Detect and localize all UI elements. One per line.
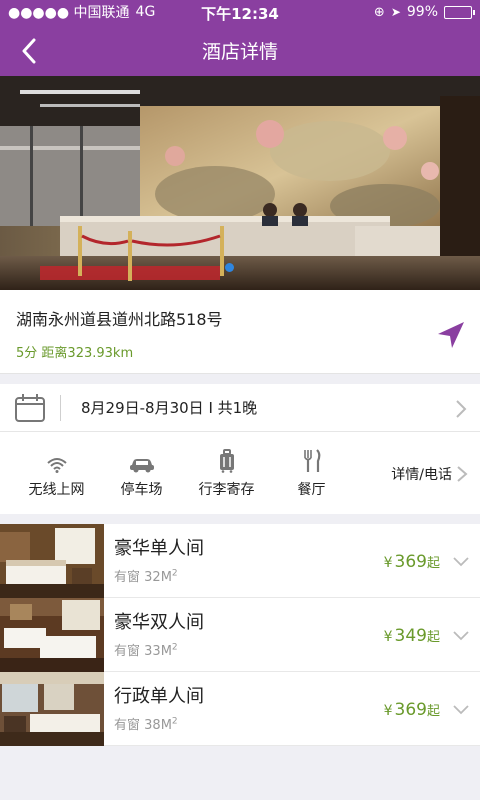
room-list: 豪华单人间 有窗 32M2 ¥369起 豪华双人间 有窗 33M2 ¥ 349起… — [0, 524, 480, 746]
chevron-left-icon — [22, 38, 36, 64]
room-item[interactable]: 豪华双人间 有窗 33M2 ¥349起 — [0, 598, 480, 672]
price-value: 369 — [394, 700, 427, 720]
facility-parking: 停车场 — [99, 447, 184, 499]
status-bar: ●●●●● 中国联通 4G ⊕ ➤ 99% — [0, 0, 480, 24]
room-area-unit: 2 — [171, 716, 178, 727]
room-price: ¥369起 — [384, 700, 440, 720]
hotel-address: 湖南永州道县道州北路518号 — [16, 310, 223, 329]
facility-wifi: 无线上网 — [14, 447, 99, 499]
luggage-icon — [219, 449, 234, 473]
price-suffix: 起 — [426, 704, 440, 719]
price-value: 349 — [394, 626, 427, 646]
price-suffix: 起 — [426, 556, 440, 571]
facilities-row: 无线上网 停车场 行李寄存 餐厅 详情/电话 — [0, 432, 480, 514]
facility-restaurant: 餐厅 — [269, 447, 354, 499]
currency-symbol: ¥ — [383, 629, 393, 645]
hotel-photo[interactable] — [0, 76, 480, 290]
room-photo — [0, 672, 104, 746]
facility-label: 行李寄存 — [198, 482, 255, 498]
battery-percent: 99% — [406, 4, 438, 20]
hotel-distance: 距离323.93km — [41, 346, 134, 361]
room-photo — [0, 598, 104, 672]
booking-card: 8月29日-8月30日 I 共1晚 无线上网 停车场 行李寄存 餐厅 详情/电话 — [0, 384, 480, 514]
room-details: 有窗 38M2 — [114, 714, 204, 733]
car-icon — [129, 459, 154, 473]
room-price: ¥349起 — [384, 626, 440, 646]
room-name: 豪华双人间 — [114, 612, 204, 633]
currency-symbol: ¥ — [383, 555, 393, 571]
hotel-meta: 5分 距离323.93km — [16, 342, 464, 361]
room-window: 有窗 — [114, 570, 141, 585]
room-price: ¥369起 — [384, 552, 440, 572]
currency-symbol: ¥ — [383, 703, 393, 719]
room-item[interactable]: 行政单人间 有窗 38M2 ¥369起 — [0, 672, 480, 746]
room-name: 豪华单人间 — [114, 538, 204, 559]
room-name: 行政单人间 — [114, 686, 204, 707]
address-section: 湖南永州道县道州北路518号 5分 距离323.93km — [0, 290, 480, 374]
battery-icon — [444, 5, 475, 19]
back-button[interactable] — [14, 36, 44, 66]
hotel-lobby-image — [0, 76, 480, 290]
location-arrow-icon — [438, 322, 464, 348]
room-photo — [0, 524, 104, 598]
page-title: 酒店详情 — [201, 40, 278, 63]
location-icon: ➤ — [390, 5, 401, 19]
navigate-button[interactable] — [436, 320, 466, 350]
room-item[interactable]: 豪华单人间 有窗 32M2 ¥369起 — [0, 524, 480, 598]
price-suffix: 起 — [426, 630, 440, 645]
divider — [60, 394, 61, 421]
navbar: 酒店详情 — [0, 24, 480, 76]
carrier-label: ●●●●● 中国联通 — [8, 5, 130, 21]
room-area: 32M — [144, 570, 172, 585]
restaurant-icon — [303, 449, 320, 472]
facility-label: 餐厅 — [297, 482, 326, 498]
room-area-unit: 2 — [171, 642, 178, 653]
price-value: 369 — [394, 552, 427, 572]
room-details: 有窗 33M2 — [114, 640, 204, 659]
network-label: 4G — [135, 4, 156, 20]
details-phone-button[interactable]: 详情/电话 — [391, 464, 468, 484]
facility-label: 无线上网 — [28, 482, 85, 498]
chevron-down-icon — [453, 631, 469, 641]
date-selector[interactable]: 8月29日-8月30日 I 共1晚 — [0, 384, 480, 432]
chevron-right-icon — [457, 466, 468, 482]
room-area: 38M — [144, 718, 172, 733]
hotel-rating: 5分 — [16, 346, 38, 361]
room-window: 有窗 — [114, 718, 141, 733]
room-details: 有窗 32M2 — [114, 566, 204, 585]
booking-dates: 8月29日-8月30日 I 共1晚 — [81, 399, 258, 417]
facility-luggage: 行李寄存 — [184, 447, 269, 499]
details-phone-label: 详情/电话 — [391, 467, 452, 483]
calendar-icon — [15, 393, 45, 422]
carousel-indicator — [225, 263, 234, 272]
room-area: 33M — [144, 644, 172, 659]
chevron-down-icon — [453, 705, 469, 715]
rotation-lock-icon: ⊕ — [373, 4, 385, 20]
wifi-icon — [46, 458, 67, 473]
room-window: 有窗 — [114, 644, 141, 659]
header: ●●●●● 中国联通 4G ⊕ ➤ 99% 下午12:34 酒店详情 — [0, 0, 480, 76]
chevron-down-icon — [453, 557, 469, 567]
chevron-right-icon — [456, 400, 467, 418]
room-area-unit: 2 — [171, 568, 178, 579]
facility-label: 停车场 — [120, 482, 163, 498]
